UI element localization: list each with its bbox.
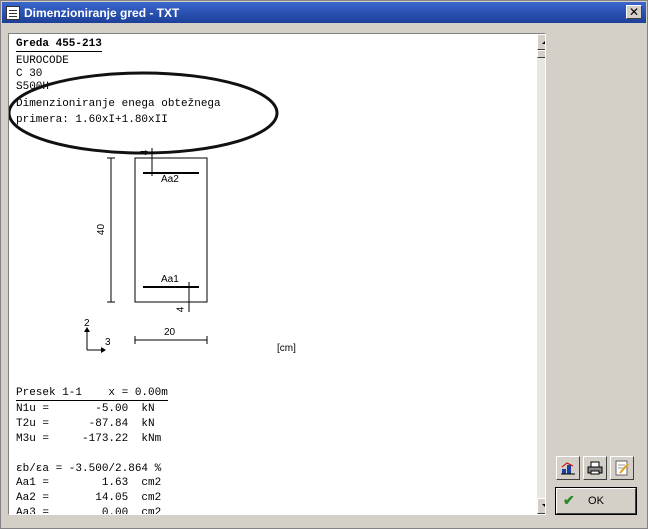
ok-button[interactable]: ✔ OK [555,487,637,515]
axis-2-label: 2 [84,318,90,329]
title-bar: Dimenzioniranje gred - TXT ✕ [2,2,646,23]
section-row: Aa2 = 14.05 cm2 [16,492,162,504]
scroll-down-button[interactable] [537,498,545,514]
ok-label: OK [588,495,604,507]
edit-button[interactable] [610,456,634,480]
document-icon [6,5,20,20]
aa2-label: Aa2 [161,174,179,185]
bottom-cover-label: 4 [175,306,187,313]
close-button[interactable]: ✕ [626,5,642,19]
axis-3-label: 3 [105,337,111,348]
dialog-window: Dimenzioniranje gred - TXT ✕ Greda 455-2… [0,0,648,529]
strain-row: εb/εa = -3.500/2.864 % [16,463,162,475]
check-icon: ✔ [563,492,575,508]
notepad-icon [615,460,629,476]
window-title: Dimenzioniranje gred - TXT [24,5,180,20]
scroll-thumb[interactable] [537,50,545,58]
unit-label: [cm] [277,343,296,354]
section-header: Presek 1-1 x = 0.00m [16,387,168,401]
section-row: M3u = -173.22 kNm [16,433,162,445]
scroll-up-button[interactable] [537,34,545,50]
print-button[interactable] [583,456,607,480]
height-label: 40 [96,223,108,236]
aa1-label: Aa1 [161,274,179,285]
text-view[interactable]: Greda 455-213 EUROCODE C 30 S500H Dimenz… [8,33,546,515]
section-row: Aa3 = 0.00 cm2 [16,507,162,515]
chart-button[interactable] [556,456,580,480]
vertical-scrollbar[interactable] [537,34,545,514]
section-row: Aa1 = 1.63 cm2 [16,477,162,489]
section-row: T2u = -87.84 kN [16,418,155,430]
printer-icon [587,461,603,475]
width-label: 20 [164,327,176,338]
chart-icon [561,462,575,475]
top-cover-label: 4 [139,149,151,156]
section-row: N1u = -5.00 kN [16,403,155,415]
